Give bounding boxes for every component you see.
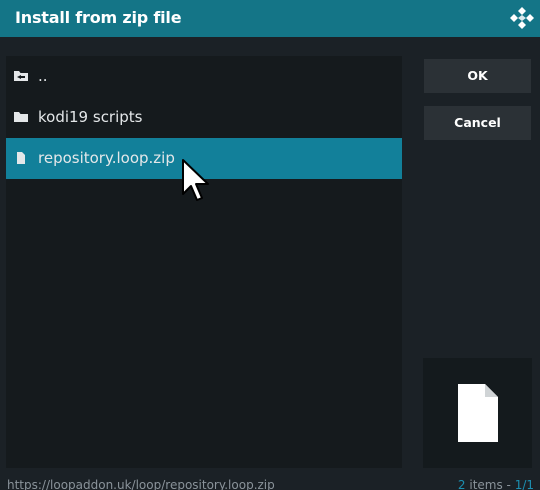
ok-button[interactable]: OK: [424, 59, 531, 93]
selected-path: https://loopaddon.uk/loop/repository.loo…: [7, 478, 275, 490]
file-icon: [458, 384, 498, 442]
list-item-folder[interactable]: kodi19 scripts: [6, 97, 402, 138]
item-count: 2 items - 1/1: [458, 478, 534, 490]
title-bar: Install from zip file: [0, 0, 540, 37]
list-item-label: ..: [38, 67, 48, 85]
list-item-parent-folder[interactable]: ..: [6, 56, 402, 97]
parent-folder-icon: [14, 71, 28, 81]
dialog-title: Install from zip file: [15, 8, 182, 27]
list-item-label: repository.loop.zip: [38, 149, 175, 167]
page-indicator: 1/1: [514, 478, 534, 490]
install-zip-dialog: Install from zip file .. kodi19 scripts: [0, 0, 540, 490]
list-item-zip-file[interactable]: repository.loop.zip: [6, 138, 402, 179]
item-count-number: 2: [457, 478, 466, 490]
file-icon: [17, 152, 25, 164]
list-item-label: kodi19 scripts: [38, 108, 143, 126]
file-list: .. kodi19 scripts repository.loop.zip: [6, 56, 402, 468]
folder-icon: [14, 112, 28, 122]
kodi-logo-icon: [510, 7, 534, 29]
item-count-label: items -: [465, 478, 515, 490]
file-preview: [423, 358, 532, 468]
cancel-button[interactable]: Cancel: [424, 106, 531, 140]
